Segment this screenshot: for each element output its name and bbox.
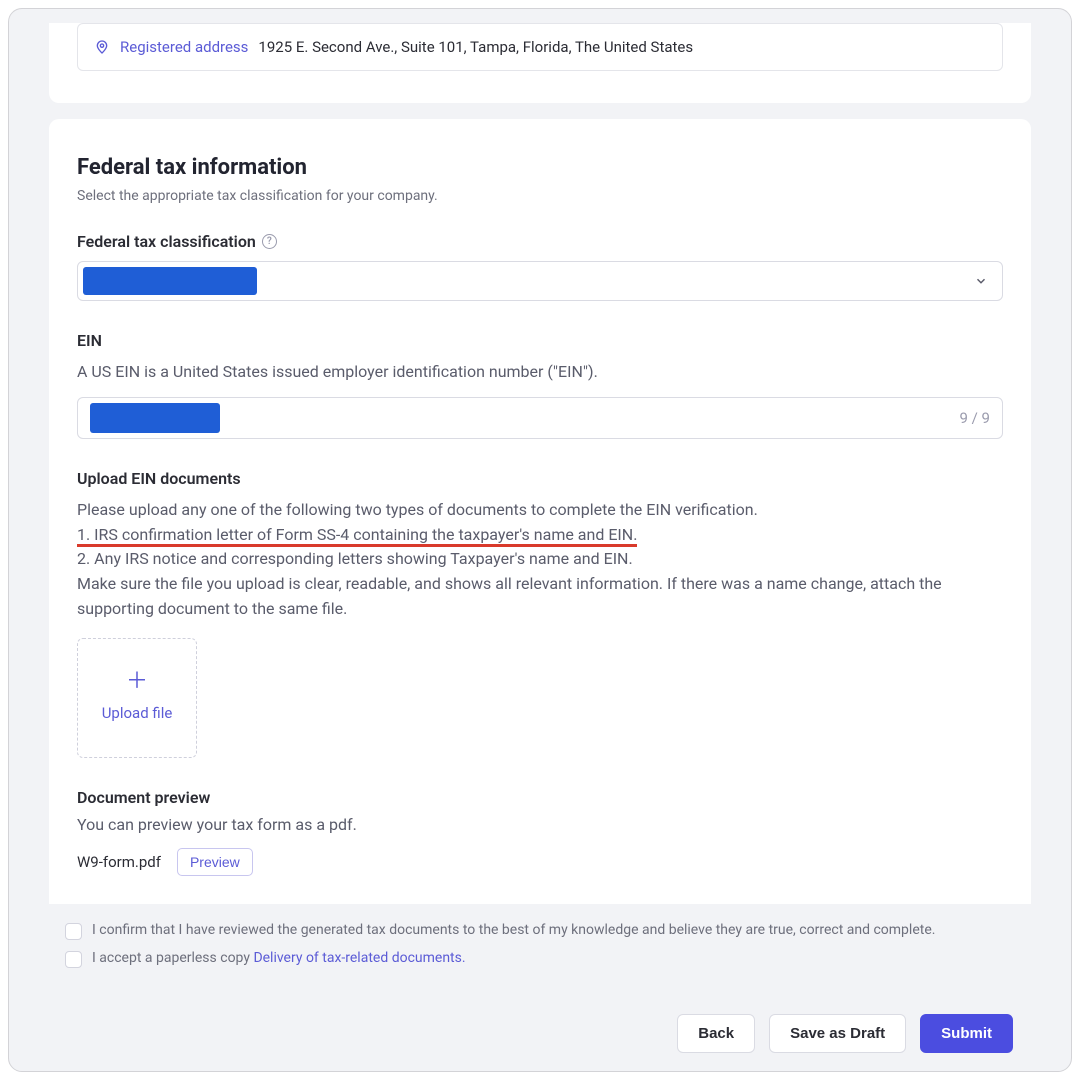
upload-label: Upload EIN documents [77, 469, 1003, 488]
confirm-text: I confirm that I have reviewed the gener… [92, 922, 935, 938]
submit-button[interactable]: Submit [920, 1014, 1013, 1053]
footer-buttons: Back Save as Draft Submit [677, 1014, 1013, 1053]
ein-char-count: 9 / 9 [960, 409, 991, 427]
save-draft-button[interactable]: Save as Draft [769, 1014, 906, 1053]
preview-row: W9-form.pdf Preview [77, 848, 1003, 876]
upload-line-1-text: 1. IRS confirmation letter of Form SS-4 … [77, 525, 637, 544]
section-title: Federal tax information [77, 155, 1003, 180]
paperless-prefix: I accept a paperless copy [92, 950, 253, 966]
ein-help: A US EIN is a United States issued emplo… [77, 360, 1003, 385]
redacted-value [83, 267, 257, 295]
preview-label: Document preview [77, 788, 1003, 807]
confirm-checkbox[interactable] [65, 923, 82, 940]
registered-address-label: Registered address [120, 38, 248, 56]
preview-button[interactable]: Preview [177, 848, 253, 876]
ein-input[interactable]: 9 / 9 [77, 397, 1003, 439]
preview-filename: W9-form.pdf [77, 853, 161, 871]
chevron-down-icon [974, 274, 988, 288]
upload-file-button[interactable]: ＋ Upload file [77, 638, 197, 758]
plus-icon: ＋ [126, 671, 148, 693]
classification-label: Federal tax classification ? [77, 232, 1003, 251]
help-icon[interactable]: ? [262, 234, 277, 249]
tax-info-card: Federal tax information Select the appro… [49, 119, 1031, 904]
address-card: Registered address 1925 E. Second Ave., … [49, 23, 1031, 103]
classification-select[interactable] [77, 261, 1003, 301]
section-subtitle: Select the appropriate tax classificatio… [77, 188, 1003, 204]
preview-help: You can preview your tax form as a pdf. [77, 813, 1003, 838]
upload-note: Make sure the file you upload is clear, … [77, 572, 1003, 622]
delivery-link[interactable]: Delivery of tax-related documents. [253, 950, 465, 966]
upload-line-2: 2. Any IRS notice and corresponding lett… [77, 547, 1003, 572]
location-pin-icon [94, 39, 110, 55]
paperless-row: I accept a paperless copy Delivery of ta… [65, 950, 1015, 968]
ein-label: EIN [77, 331, 1003, 350]
classification-label-text: Federal tax classification [77, 232, 256, 251]
checkbox-group: I confirm that I have reviewed the gener… [49, 922, 1031, 968]
registered-address-row: Registered address 1925 E. Second Ave., … [77, 23, 1003, 71]
redacted-value [90, 403, 220, 433]
confirm-row: I confirm that I have reviewed the gener… [65, 922, 1015, 940]
upload-intro: Please upload any one of the following t… [77, 498, 1003, 523]
registered-address-value: 1925 E. Second Ave., Suite 101, Tampa, F… [258, 38, 693, 56]
upload-file-label: Upload file [102, 703, 173, 724]
back-button[interactable]: Back [677, 1014, 755, 1053]
upload-line-1: 1. IRS confirmation letter of Form SS-4 … [77, 523, 1003, 548]
paperless-text: I accept a paperless copy Delivery of ta… [92, 950, 466, 966]
paperless-checkbox[interactable] [65, 951, 82, 968]
upload-section: Upload EIN documents Please upload any o… [77, 469, 1003, 758]
